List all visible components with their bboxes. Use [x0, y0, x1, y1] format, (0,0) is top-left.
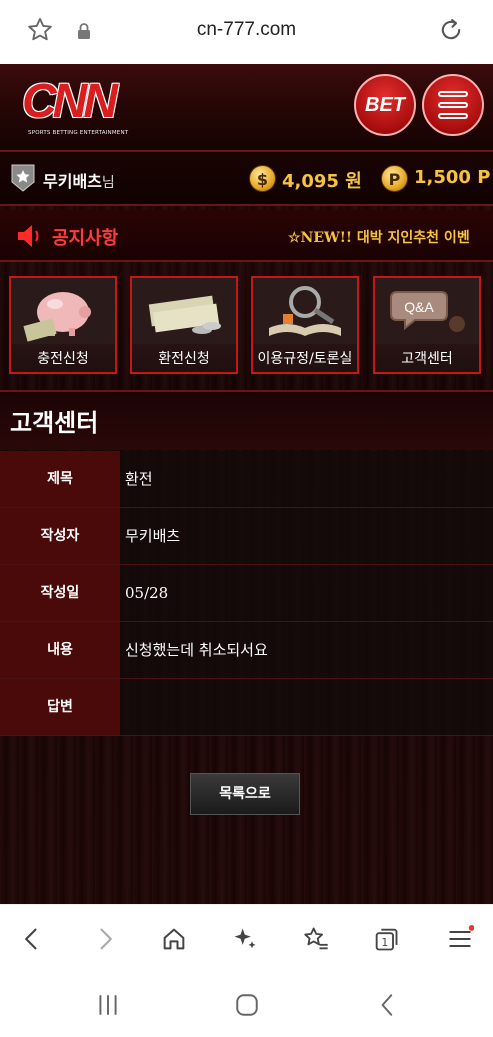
user-rank-badge-icon	[11, 164, 35, 192]
row-label: 작성자	[0, 508, 120, 564]
money-balance: 4,095 원	[282, 171, 362, 192]
quick-menu-label: 환전신청	[158, 351, 210, 367]
site-logo[interactable]: CNN SPORTS BETTING ENTERTAINMENT	[22, 78, 132, 138]
table-row: 답변	[0, 679, 493, 736]
quick-support-button[interactable]: Q&A 고객센터	[373, 276, 481, 374]
row-label: 제목	[0, 451, 120, 507]
row-label: 답변	[0, 679, 120, 735]
table-row: 작성자 무키배츠	[0, 508, 493, 565]
quick-menu-label: 이용규정/토론실	[257, 351, 353, 367]
username-text: 무키배츠	[43, 172, 102, 191]
piggy-bank-icon	[11, 278, 115, 344]
quick-menu: 충전신청 환전신청 이용규정/토론실 Q&A 고객센터	[0, 276, 493, 376]
home-icon[interactable]	[160, 925, 188, 953]
notice-bar: 공지사항 ☆NEW!! 대박 지인추천 이벤	[0, 210, 493, 262]
money-coin-icon: $	[249, 165, 276, 192]
row-value	[120, 679, 493, 735]
table-row: 제목 환전	[0, 451, 493, 508]
book-magnifier-icon	[253, 278, 357, 344]
menu-icon[interactable]	[446, 925, 474, 953]
sparkle-icon[interactable]	[231, 925, 259, 953]
quick-charge-button[interactable]: 충전신청	[9, 276, 117, 374]
nav-back-icon[interactable]	[375, 992, 401, 1018]
site-header: CNN SPORTS BETTING ENTERTAINMENT BET	[0, 64, 493, 152]
row-label: 내용	[0, 622, 120, 678]
logo-text: CNN	[22, 75, 118, 128]
quick-exchange-button[interactable]: 환전신청	[130, 276, 238, 374]
inquiry-detail-table: 제목 환전 작성자 무키배츠 작성일 05/28 내용 신청했는데 취소되서요 …	[0, 451, 493, 736]
row-value: 05/28	[120, 565, 493, 621]
quick-rules-button[interactable]: 이용규정/토론실	[251, 276, 359, 374]
cash-stack-icon	[132, 278, 236, 344]
section-title-bar: 고객센터	[0, 390, 493, 450]
browser-url-bar: cn-777.com	[0, 0, 493, 64]
table-row: 내용 신청했는데 취소되서요	[0, 622, 493, 679]
hamburger-menu-button[interactable]	[422, 74, 484, 136]
quick-menu-label: 충전신청	[37, 351, 89, 367]
page-title: 고객센터	[10, 409, 99, 437]
row-label: 작성일	[0, 565, 120, 621]
home-circle-icon[interactable]	[234, 992, 260, 1018]
notice-title[interactable]: 공지사항	[52, 224, 118, 250]
row-value: 신청했는데 취소되서요	[120, 622, 493, 678]
quick-menu-label: 고객센터	[401, 351, 453, 367]
logo-tagline: SPORTS BETTING ENTERTAINMENT	[28, 130, 129, 136]
row-value: 환전	[120, 451, 493, 507]
point-coin-icon: P	[381, 165, 408, 192]
back-to-list-button[interactable]: 목록으로	[190, 773, 300, 815]
svg-text:Q&A: Q&A	[404, 299, 434, 315]
qa-icon: Q&A	[375, 278, 479, 344]
reload-icon[interactable]	[437, 16, 465, 44]
browser-toolbar: 1	[0, 904, 493, 972]
point-balance: 1,500 P	[414, 167, 491, 188]
url-text[interactable]: cn-777.com	[0, 19, 493, 41]
username-suffix: 님	[101, 175, 115, 191]
bookmarks-star-icon[interactable]	[302, 925, 330, 953]
forward-arrow-icon[interactable]	[91, 925, 119, 953]
user-info-bar: 무키배츠님 $ 4,095 원 P 1,500 P	[0, 152, 493, 206]
table-row: 작성일 05/28	[0, 565, 493, 622]
svg-text:1: 1	[381, 937, 388, 949]
bet-button[interactable]: BET	[354, 74, 416, 136]
speaker-icon	[18, 225, 39, 247]
back-arrow-icon[interactable]	[18, 925, 46, 953]
notice-ticker[interactable]: ☆NEW!! 대박 지인추천 이벤	[288, 227, 470, 247]
username: 무키배츠님	[43, 168, 115, 192]
row-value: 무키배츠	[120, 508, 493, 564]
recent-apps-icon[interactable]	[95, 992, 121, 1018]
tabs-icon[interactable]: 1	[372, 925, 400, 953]
system-nav-bar	[0, 972, 493, 1037]
site-content: CNN SPORTS BETTING ENTERTAINMENT BET 무키배…	[0, 64, 493, 904]
